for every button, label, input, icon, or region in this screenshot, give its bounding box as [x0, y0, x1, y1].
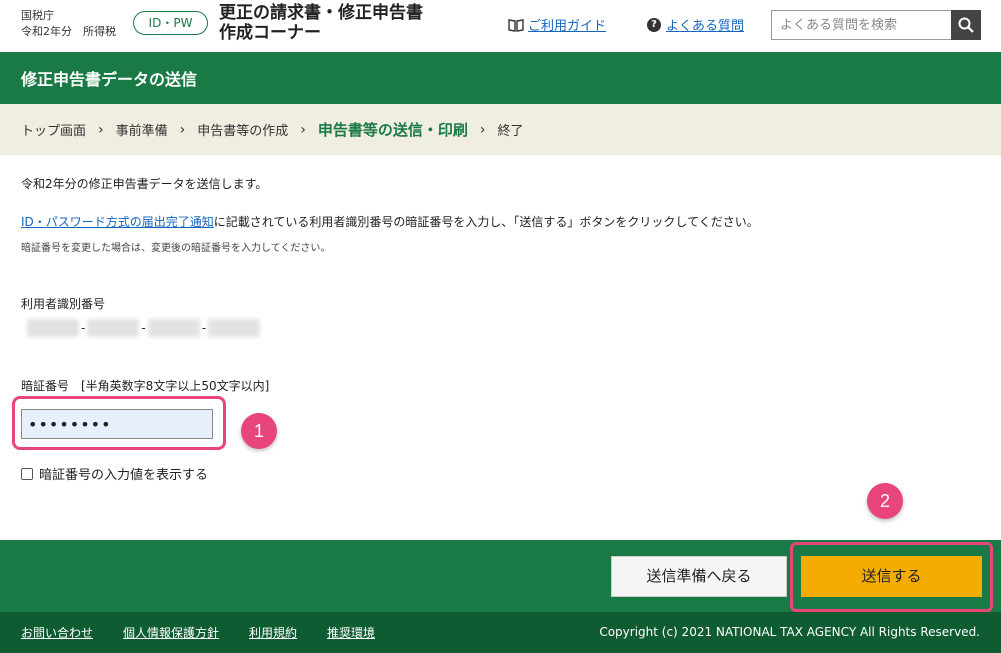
show-pin-label[interactable]: 暗証番号の入力値を表示する	[39, 464, 208, 483]
show-pin-checkbox[interactable]	[21, 467, 33, 480]
pin-label: 暗証番号 [半角英数字8文字以上50文字以内]	[21, 379, 270, 393]
pin-input[interactable]	[21, 409, 213, 439]
guide-link[interactable]: ご利用ガイド	[508, 15, 606, 34]
user-id-label: 利用者識別番号	[21, 297, 106, 311]
corner-title-line1: 更正の請求書・修正申告書	[219, 3, 423, 23]
footer-link-terms[interactable]: 利用規約	[249, 624, 297, 641]
intro-text: 令和2年分の修正申告書データを送信します。	[21, 177, 268, 191]
search-button[interactable]	[951, 10, 981, 40]
copyright: Copyright (c) 2021 NATIONAL TAX AGENCY A…	[599, 625, 980, 639]
faq-search-input[interactable]	[771, 10, 951, 40]
user-id-separator: -	[141, 321, 146, 335]
user-id-value: - - -	[27, 319, 261, 337]
step-2-badge: 2	[867, 483, 903, 519]
search-icon	[958, 17, 974, 33]
faq-link-label[interactable]: よくある質問	[666, 15, 744, 34]
site-footer: お問い合わせ 個人情報保護方針 利用規約 推奨環境 Copyright (c) …	[0, 612, 1001, 653]
footer-link-privacy[interactable]: 個人情報保護方針	[123, 624, 219, 641]
guide-link-label[interactable]: ご利用ガイド	[528, 15, 606, 34]
page-title: 修正申告書データの送信	[21, 70, 198, 89]
user-id-segment	[147, 319, 200, 337]
site-header: 国税庁 令和2年分 所得税 ID・PW 更正の請求書・修正申告書 作成コーナー …	[0, 0, 1001, 52]
footer-link-environment[interactable]: 推奨環境	[327, 624, 375, 641]
show-pin-toggle[interactable]: 暗証番号の入力値を表示する	[21, 464, 208, 483]
page-title-bar: 修正申告書データの送信	[0, 52, 1001, 104]
instruction-rest: に記載されている利用者識別番号の暗証番号を入力し、「送信する」ボタンをクリックし…	[213, 215, 759, 229]
corner-title: 更正の請求書・修正申告書 作成コーナー	[219, 3, 423, 43]
faq-link[interactable]: ? よくある質問	[647, 15, 744, 34]
user-id-segment	[87, 319, 140, 337]
breadcrumb-item-end: 終了	[497, 124, 524, 139]
agency-info: 国税庁 令和2年分 所得税	[21, 8, 116, 40]
instruction-text: ID・パスワード方式の届出完了通知に記載されている利用者識別番号の暗証番号を入力…	[21, 213, 759, 230]
breadcrumb: トップ画面 › 事前準備 › 申告書等の作成 › 申告書等の送信・印刷 › 終了	[0, 104, 1001, 155]
user-id-segment	[27, 319, 79, 337]
breadcrumb-item-create: 申告書等の作成	[197, 124, 289, 139]
question-icon: ?	[647, 17, 661, 32]
user-id-segment	[208, 319, 261, 337]
back-to-prep-button[interactable]: 送信準備へ戻る	[611, 556, 787, 597]
send-button[interactable]: 送信する	[801, 556, 982, 597]
footer-link-contact[interactable]: お問い合わせ	[21, 624, 93, 641]
corner-title-line2: 作成コーナー	[219, 23, 321, 43]
book-icon	[508, 18, 524, 32]
chevron-right-icon: ›	[479, 121, 486, 138]
user-id-separator: -	[81, 321, 86, 335]
chevron-right-icon: ›	[179, 121, 186, 138]
breadcrumb-item-preparation: 事前準備	[115, 124, 168, 139]
breadcrumb-item-top: トップ画面	[21, 124, 87, 139]
user-id-separator: -	[201, 321, 207, 335]
idpw-badge: ID・PW	[133, 11, 208, 35]
action-bar: 送信準備へ戻る 送信する	[0, 540, 1001, 612]
pin-change-note: 暗証番号を変更した場合は、変更後の暗証番号を入力してください。	[21, 243, 331, 254]
chevron-right-icon: ›	[300, 121, 306, 138]
tax-year-label: 令和2年分 所得税	[21, 25, 116, 38]
breadcrumb-item-send-print: 申告書等の送信・印刷	[317, 121, 468, 139]
step-1-badge: 1	[241, 413, 277, 449]
chevron-right-icon: ›	[98, 121, 104, 138]
agency-name: 国税庁	[21, 9, 54, 22]
notice-link[interactable]: ID・パスワード方式の届出完了通知	[21, 215, 214, 229]
